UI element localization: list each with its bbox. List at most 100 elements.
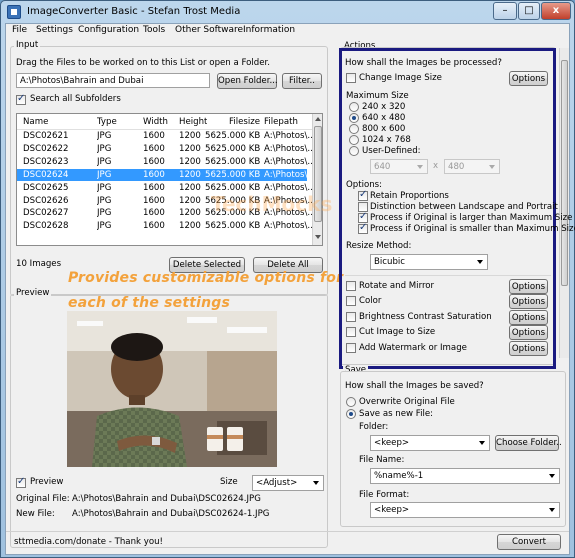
- preview-size-dropdown[interactable]: <Adjust>: [252, 475, 324, 491]
- input-group-label: Input: [14, 40, 41, 50]
- menu-tools[interactable]: Tools: [143, 25, 165, 35]
- size-radio-3[interactable]: [349, 135, 359, 145]
- save-folder-dropdown[interactable]: <keep>: [370, 435, 490, 451]
- color-options-button[interactable]: Options: [509, 294, 548, 309]
- cut-checkbox[interactable]: [346, 327, 356, 337]
- column-header-filepath[interactable]: Filepath: [264, 117, 298, 127]
- size-radio-label-0: 240 x 320: [362, 102, 406, 112]
- menu-file[interactable]: File: [12, 25, 27, 35]
- filter-button[interactable]: Filter..: [282, 73, 322, 89]
- title-bar[interactable]: ImageConverter Basic - Stefan Trost Medi…: [1, 1, 574, 23]
- preview-checkbox[interactable]: [16, 476, 26, 488]
- cut-options-button[interactable]: Options: [509, 325, 548, 340]
- menu-information[interactable]: Information: [243, 25, 295, 35]
- cell-name: DSC02621: [23, 131, 69, 141]
- size-radio-0[interactable]: [349, 102, 359, 112]
- overwrite-label: Overwrite Original File: [359, 397, 455, 407]
- save-new-radio[interactable]: [346, 409, 356, 419]
- rotate-checkbox[interactable]: [346, 281, 356, 291]
- user-height-value: 480: [448, 162, 465, 172]
- resize-method-dropdown[interactable]: Bicubic: [370, 254, 488, 270]
- file-list[interactable]: Name Type Width Height Filesize Filepath…: [16, 113, 323, 246]
- overwrite-radio[interactable]: [346, 397, 356, 407]
- original-file-label: Original File:: [16, 494, 70, 504]
- processing-question: How shall the Images be processed?: [345, 58, 502, 68]
- watermark-options-button[interactable]: Options: [509, 341, 548, 356]
- column-header-height[interactable]: Height: [179, 117, 207, 127]
- brightness-options-button[interactable]: Options: [509, 310, 548, 325]
- search-subfolders-label: Search all Subfolders: [30, 94, 121, 104]
- process-larger-label: Process if Original is larger than Maxim…: [370, 213, 573, 223]
- table-row[interactable]: DSC02622 JPG 1600 1200 5625.000 KB A:\Photos\…: [17, 143, 316, 155]
- image-count: 10 Images: [16, 259, 62, 269]
- cell-filesize: 5625.000 KB: [205, 156, 261, 167]
- actions-scrollbar[interactable]: [559, 48, 569, 358]
- cell-type: JPG: [97, 195, 112, 206]
- menu-other-software[interactable]: Other Software: [175, 25, 243, 35]
- color-label: Color: [359, 296, 382, 306]
- column-header-name[interactable]: Name: [23, 117, 48, 127]
- file-name-value: %name%-1: [374, 471, 424, 481]
- user-width-dropdown: 640: [370, 159, 428, 174]
- rotate-options-button[interactable]: Options: [509, 279, 548, 294]
- input-instruction: Drag the Files to be worked on to this L…: [16, 58, 270, 68]
- change-size-options-button[interactable]: Options: [509, 71, 548, 86]
- max-size-options: 240 x 320 640 x 480 800 x 600 1024 x 768 Use…: [349, 102, 499, 158]
- convert-button[interactable]: Convert: [497, 534, 561, 550]
- close-button[interactable]: x: [541, 2, 571, 20]
- cell-filepath: A:\Photos\...: [264, 169, 316, 180]
- choose-folder-button[interactable]: Choose Folder..: [495, 435, 562, 451]
- brightness-checkbox[interactable]: [346, 312, 356, 322]
- menu-settings[interactable]: Settings: [36, 25, 73, 35]
- size-radio-1[interactable]: [349, 113, 359, 123]
- search-subfolders-checkbox[interactable]: [16, 93, 26, 105]
- chevron-down-icon: [479, 441, 485, 445]
- size-radio-4[interactable]: [349, 146, 359, 156]
- chevron-down-icon: [489, 165, 495, 169]
- column-header-filesize[interactable]: Filesize: [229, 117, 260, 127]
- cell-width: 1600: [143, 131, 165, 141]
- watermark-checkbox[interactable]: [346, 343, 356, 353]
- cut-label: Cut Image to Size: [359, 327, 436, 337]
- color-checkbox[interactable]: [346, 296, 356, 306]
- process-smaller-label: Process if Original is smaller than Maxi…: [370, 224, 575, 234]
- folder-path-field[interactable]: A:\Photos\Bahrain and Dubai: [16, 73, 210, 88]
- cell-filesize: 5625.000 KB: [205, 169, 261, 180]
- scroll-up-icon[interactable]: [315, 117, 321, 121]
- maximize-button[interactable]: □: [518, 2, 540, 20]
- new-file-value: A:\Photos\Bahrain and Dubai\DSC02624-1.J…: [72, 509, 270, 519]
- process-smaller-checkbox[interactable]: [358, 222, 368, 234]
- file-format-value: <keep>: [374, 505, 410, 515]
- new-file-label: New File:: [16, 509, 55, 519]
- table-row[interactable]: DSC02621 JPG 1600 1200 5625.000 KB A:\Photos\…: [17, 130, 316, 142]
- cell-type: JPG: [97, 143, 112, 154]
- open-folder-button[interactable]: Open Folder...: [217, 73, 278, 89]
- scroll-down-icon[interactable]: [315, 235, 321, 239]
- column-header-type[interactable]: Type: [97, 117, 117, 127]
- change-size-checkbox[interactable]: [346, 73, 356, 83]
- preview-size-value: <Adjust>: [256, 478, 298, 488]
- cell-type: JPG: [97, 182, 112, 193]
- distinction-label: Distinction between Landscape and Portra…: [370, 202, 558, 212]
- cell-filesize: 5625.000 KB: [205, 143, 261, 154]
- file-format-dropdown[interactable]: <keep>: [370, 502, 560, 518]
- actions-scroll-thumb[interactable]: [561, 60, 568, 286]
- minimize-button[interactable]: –: [493, 2, 517, 20]
- donate-link[interactable]: sttmedia.com/donate - Thank you!: [14, 537, 163, 547]
- table-row[interactable]: DSC02623 JPG 1600 1200 5625.000 KB A:\Photos\…: [17, 156, 316, 168]
- cell-name: DSC02627: [23, 208, 69, 219]
- cell-height: 1200: [179, 156, 201, 167]
- cell-name: DSC02624: [23, 169, 69, 180]
- file-list-scrollbar[interactable]: [312, 114, 322, 245]
- table-row[interactable]: DSC02624 JPG 1600 1200 5625.000 KB A:\Photos\…: [17, 168, 316, 181]
- size-radio-label-4: User-Defined:: [362, 146, 421, 156]
- column-header-width[interactable]: Width: [143, 117, 168, 127]
- file-name-field[interactable]: %name%-1: [370, 468, 560, 484]
- table-row[interactable]: DSC02628 JPG 1600 1200 5625.000 KB A:\Photos\…: [17, 220, 316, 232]
- cell-width: 1600: [143, 143, 165, 154]
- size-radio-2[interactable]: [349, 124, 359, 134]
- cell-height: 1200: [179, 131, 201, 141]
- menu-configuration[interactable]: Configuration: [78, 25, 139, 35]
- retain-proportions-checkbox[interactable]: [358, 189, 368, 201]
- folder-label: Folder:: [359, 422, 389, 432]
